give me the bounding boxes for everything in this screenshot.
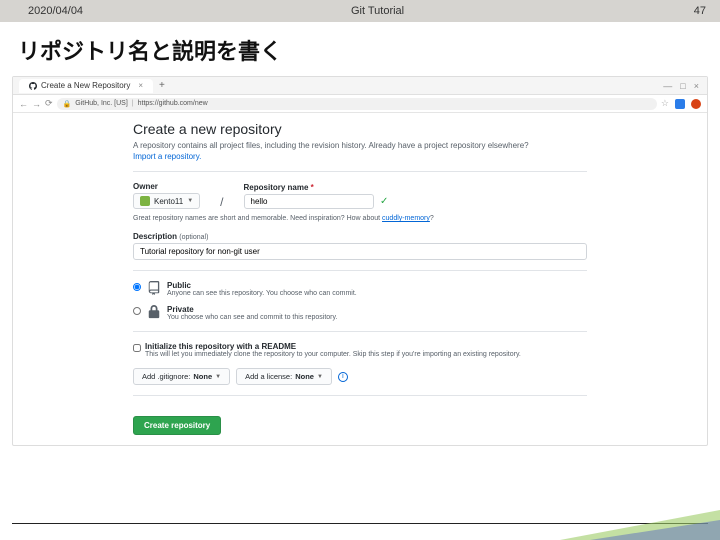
- repo-icon: [147, 281, 161, 295]
- window-minimize-icon[interactable]: —: [663, 81, 672, 91]
- readme-desc: This will let you immediately clone the …: [145, 351, 521, 358]
- accent-triangle-blue: [590, 520, 720, 540]
- browser-window: Create a New Repository × + — □ × ← → ⟳ …: [12, 76, 708, 446]
- slide-date: 2020/04/04: [8, 5, 83, 17]
- caret-down-icon: ▼: [187, 198, 193, 204]
- divider: [133, 331, 587, 332]
- page-title: Create a new repository: [133, 121, 587, 137]
- github-icon: [29, 82, 37, 90]
- owner-dropdown[interactable]: Kento11 ▼: [133, 193, 200, 209]
- browser-tab[interactable]: Create a New Repository ×: [19, 79, 153, 93]
- owner-label: Owner: [133, 182, 200, 191]
- create-repo-button[interactable]: Create repository: [133, 416, 221, 435]
- import-repo-link[interactable]: Import a repository.: [133, 152, 201, 161]
- suggestion-link[interactable]: cuddly-memory: [382, 215, 430, 222]
- caret-down-icon: ▼: [215, 374, 221, 380]
- repo-name-label: Repository name *: [244, 183, 389, 192]
- page-subtitle: A repository contains all project files,…: [133, 141, 587, 150]
- slide-page-number: 47: [672, 5, 712, 17]
- description-label: Description (optional): [133, 232, 587, 241]
- divider: [133, 270, 587, 271]
- url-path: https://github.com/new: [138, 100, 208, 107]
- extension-icon[interactable]: [675, 99, 685, 109]
- window-maximize-icon[interactable]: □: [680, 81, 685, 91]
- readme-title: Initialize this repository with a README: [145, 342, 521, 351]
- license-dropdown[interactable]: Add a license: None▼: [236, 368, 332, 385]
- window-close-icon[interactable]: ×: [694, 81, 699, 91]
- divider: [133, 395, 587, 396]
- slide-title-small: Git Tutorial: [83, 5, 672, 17]
- repo-name-input[interactable]: [244, 194, 374, 209]
- reload-icon[interactable]: ⟳: [45, 98, 53, 109]
- url-host: GitHub, Inc. [US]: [75, 100, 128, 107]
- forward-icon[interactable]: →: [32, 99, 41, 109]
- github-page: Create a new repository A repository con…: [13, 113, 707, 445]
- private-radio[interactable]: [133, 307, 141, 315]
- private-title: Private: [167, 305, 337, 314]
- address-bar[interactable]: 🔒 GitHub, Inc. [US] | https://github.com…: [57, 98, 657, 110]
- lock-icon: [147, 305, 161, 319]
- public-radio[interactable]: [133, 283, 141, 291]
- public-title: Public: [167, 281, 357, 290]
- owner-avatar-icon: [140, 196, 150, 206]
- owner-name: Kento11: [154, 197, 183, 206]
- description-input[interactable]: [133, 243, 587, 260]
- private-desc: You choose who can see and commit to thi…: [167, 314, 337, 321]
- browser-tab-bar: Create a New Repository × + — □ ×: [13, 77, 707, 95]
- slash-separator: /: [216, 195, 227, 209]
- divider: [133, 171, 587, 172]
- name-hint: Great repository names are short and mem…: [133, 215, 587, 222]
- bookmark-star-icon[interactable]: ☆: [661, 98, 669, 109]
- readme-checkbox[interactable]: [133, 344, 141, 352]
- info-icon[interactable]: i: [338, 372, 348, 382]
- public-desc: Anyone can see this repository. You choo…: [167, 290, 357, 297]
- back-icon[interactable]: ←: [19, 99, 28, 109]
- profile-avatar-icon[interactable]: [691, 99, 701, 109]
- tab-close-icon[interactable]: ×: [138, 81, 143, 90]
- new-tab-button[interactable]: +: [159, 80, 165, 91]
- check-icon: ✓: [380, 196, 388, 207]
- lock-icon: 🔒: [63, 100, 72, 108]
- caret-down-icon: ▼: [317, 374, 323, 380]
- gitignore-dropdown[interactable]: Add .gitignore: None▼: [133, 368, 230, 385]
- slide-heading: リポジトリ名と説明を書く: [0, 22, 720, 76]
- browser-toolbar: ← → ⟳ 🔒 GitHub, Inc. [US] | https://gith…: [13, 95, 707, 113]
- tab-title: Create a New Repository: [41, 81, 130, 90]
